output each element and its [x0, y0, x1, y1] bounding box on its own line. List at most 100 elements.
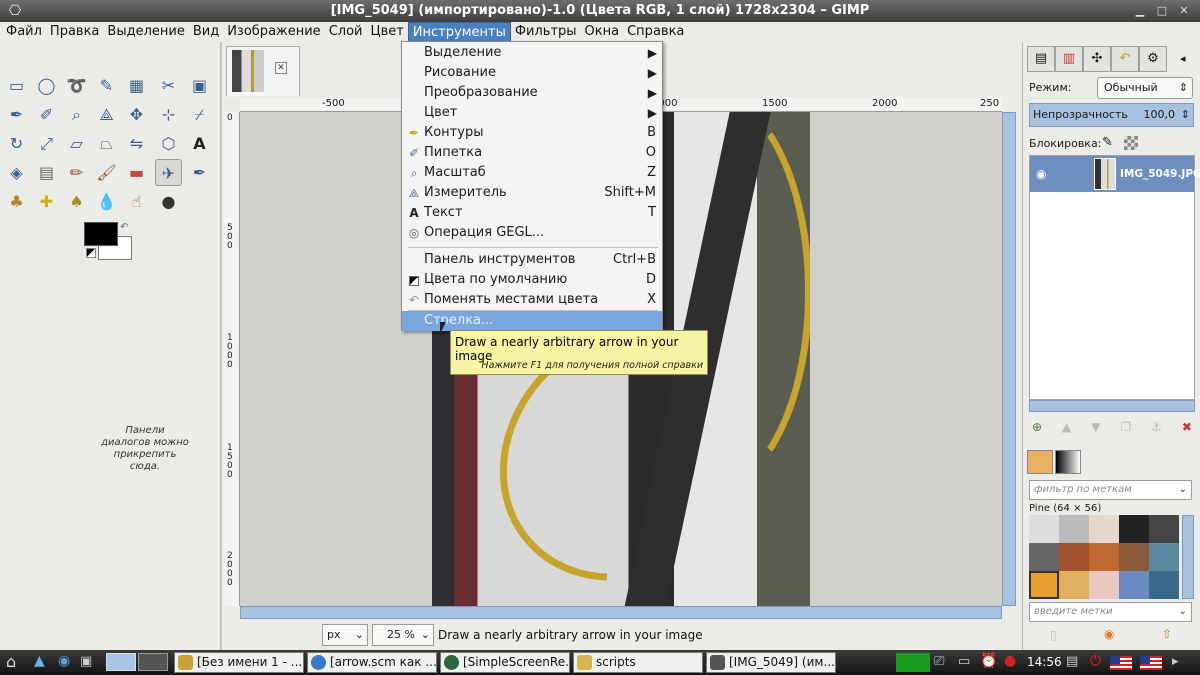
- menu-windows[interactable]: Окна: [581, 22, 624, 42]
- crop-tool-icon[interactable]: ⌿: [186, 101, 213, 128]
- pattern-swatch[interactable]: [1029, 515, 1059, 543]
- menu-image[interactable]: Изображение: [223, 22, 324, 42]
- launcher-icon[interactable]: ▲: [34, 653, 45, 669]
- rect-select-icon[interactable]: ▭: [3, 72, 30, 99]
- paintbrush-icon[interactable]: 🖌: [93, 159, 120, 186]
- tool-options-tab-icon[interactable]: ⚙: [1139, 46, 1167, 72]
- menu-item-toolbox[interactable]: Панель инструментов Ctrl+B: [402, 250, 662, 270]
- menu-select[interactable]: Выделение: [103, 22, 188, 42]
- maximize-icon[interactable]: □: [1152, 2, 1172, 20]
- scale-tool-icon[interactable]: ⤢: [33, 130, 60, 157]
- foreground-color-swatch[interactable]: [84, 222, 118, 246]
- airbrush-icon[interactable]: ✈: [155, 159, 182, 186]
- foreground-select-icon[interactable]: ▣: [186, 72, 213, 99]
- lock-alpha-icon[interactable]: [1124, 136, 1138, 150]
- app-menu-icon[interactable]: ⌂: [6, 652, 16, 671]
- menu-item-color[interactable]: Цвет ▶: [402, 103, 662, 123]
- menu-item-text[interactable]: A Текст T: [402, 203, 662, 223]
- record-icon[interactable]: ●: [1004, 653, 1016, 669]
- undo-tab-icon[interactable]: ↶: [1111, 46, 1139, 72]
- pattern-swatch[interactable]: [1059, 543, 1089, 571]
- ruler-corner[interactable]: [224, 98, 240, 112]
- zoom-tool-icon[interactable]: ⌕: [63, 101, 90, 128]
- taskbar-item[interactable]: [IMG_5049] (им...: [706, 652, 836, 673]
- menu-filters[interactable]: Фильтры: [511, 22, 581, 42]
- pattern-swatch[interactable]: [1089, 515, 1119, 543]
- pattern-swatch[interactable]: [1089, 543, 1119, 571]
- layers-tab-icon[interactable]: ▤: [1027, 46, 1055, 72]
- pattern-swatch[interactable]: [1059, 515, 1089, 543]
- refresh-patterns-icon[interactable]: ◉: [1104, 627, 1114, 641]
- tab-close-icon[interactable]: ✕: [275, 62, 287, 74]
- dodge-burn-icon[interactable]: ●: [155, 188, 182, 215]
- pattern-swatch[interactable]: [1149, 571, 1179, 599]
- menu-edit[interactable]: Правка: [46, 22, 103, 42]
- rotate-tool-icon[interactable]: ↻: [3, 130, 30, 157]
- align-tool-icon[interactable]: ⊹: [155, 101, 182, 128]
- measure-tool-icon[interactable]: ⟁: [93, 101, 120, 128]
- pattern-swatch[interactable]: [1029, 543, 1059, 571]
- paths-tool-icon[interactable]: ✒: [3, 101, 30, 128]
- layers-scrollbar[interactable]: [1029, 400, 1195, 412]
- bucket-fill-icon[interactable]: ◈: [3, 159, 30, 186]
- lock-pixels-icon[interactable]: ✎: [1102, 135, 1113, 150]
- opacity-slider[interactable]: Непрозрачность 100,0 ⇕: [1029, 103, 1194, 127]
- battery-icon[interactable]: ▭: [958, 654, 970, 669]
- gradient-tool-icon[interactable]: ▤: [33, 159, 60, 186]
- pattern-swatch[interactable]: [1149, 515, 1179, 543]
- blur-tool-icon[interactable]: 💧: [93, 188, 120, 215]
- new-layer-icon[interactable]: ⊕: [1032, 420, 1042, 434]
- tray-expand-icon[interactable]: ▸: [1172, 654, 1179, 669]
- paths-tab-icon[interactable]: ✣: [1083, 46, 1111, 72]
- menu-item-paint[interactable]: Рисование ▶: [402, 63, 662, 83]
- pattern-swatch-selected[interactable]: [1029, 571, 1059, 599]
- display-icon[interactable]: ▤: [1066, 654, 1078, 669]
- pattern-swatch[interactable]: [1149, 543, 1179, 571]
- browser-launcher-icon[interactable]: ◉: [58, 653, 70, 669]
- window-menu-icon[interactable]: ⎔: [6, 2, 24, 20]
- lower-layer-icon[interactable]: ▼: [1091, 420, 1100, 434]
- workspace-1[interactable]: [106, 653, 136, 671]
- shear-tool-icon[interactable]: ▱: [63, 130, 90, 157]
- unit-select[interactable]: px ⌄: [322, 624, 368, 646]
- menu-colors[interactable]: Цвет: [366, 22, 407, 42]
- keyboard-layout-icon[interactable]: [1110, 656, 1132, 670]
- vertical-ruler[interactable]: 0 5 0 0 1 0 0 0 1 5 0 0 2 0 0 0: [224, 112, 240, 606]
- menu-file[interactable]: Файл: [2, 22, 46, 42]
- menu-item-gegl[interactable]: ◎ Операция GEGL...: [402, 223, 662, 243]
- clock[interactable]: 14:56: [1027, 650, 1062, 675]
- pencil-icon[interactable]: ✏: [63, 159, 90, 186]
- menu-item-zoom[interactable]: ⌕ Масштаб Z: [402, 163, 662, 183]
- menu-tools[interactable]: Инструменты: [407, 22, 511, 42]
- menu-item-color-picker[interactable]: ✐ Пипетка O: [402, 143, 662, 163]
- menu-item-paths[interactable]: ✒ Контуры B: [402, 123, 662, 143]
- patterns-scrollbar[interactable]: [1182, 515, 1194, 599]
- patterns-tab-icon[interactable]: [1027, 450, 1053, 474]
- taskbar-item[interactable]: scripts: [573, 652, 703, 673]
- taskbar-item[interactable]: [SimpleScreenRe...: [440, 652, 570, 673]
- pattern-swatch[interactable]: [1119, 515, 1149, 543]
- flag-icon[interactable]: [1140, 656, 1162, 670]
- zoom-select[interactable]: 25 % ⌄: [372, 624, 434, 646]
- pattern-swatch[interactable]: [1059, 571, 1089, 599]
- fuzzy-select-icon[interactable]: ✎: [93, 72, 120, 99]
- pattern-filter-input[interactable]: фильтр по меткам ⌄: [1029, 480, 1192, 500]
- eye-icon[interactable]: ◉: [1036, 156, 1046, 192]
- menu-help[interactable]: Справка: [623, 22, 688, 42]
- mode-select[interactable]: Обычный ⇕: [1097, 77, 1193, 99]
- cage-tool-icon[interactable]: ⬡: [155, 130, 182, 157]
- minimize-icon[interactable]: ▁: [1130, 2, 1150, 20]
- network-icon[interactable]: ⎚: [934, 654, 944, 669]
- menu-item-transform[interactable]: Преобразование ▶: [402, 83, 662, 103]
- lasso-icon[interactable]: ➰: [63, 72, 90, 99]
- duplicate-layer-icon[interactable]: ❐: [1120, 420, 1131, 434]
- ellipse-select-icon[interactable]: ◯: [33, 72, 60, 99]
- alarm-clock-icon[interactable]: ⏰: [980, 653, 997, 669]
- pattern-swatch[interactable]: [1089, 571, 1119, 599]
- taskbar-item[interactable]: [arrow.scm как ...: [307, 652, 437, 673]
- flip-tool-icon[interactable]: ⇋: [123, 130, 150, 157]
- patterns-grid[interactable]: [1029, 515, 1179, 599]
- menu-item-measure[interactable]: ⟁ Измеритель Shift+M: [402, 183, 662, 203]
- text-tool-icon[interactable]: A: [186, 130, 213, 157]
- close-icon[interactable]: ✕: [1174, 2, 1194, 20]
